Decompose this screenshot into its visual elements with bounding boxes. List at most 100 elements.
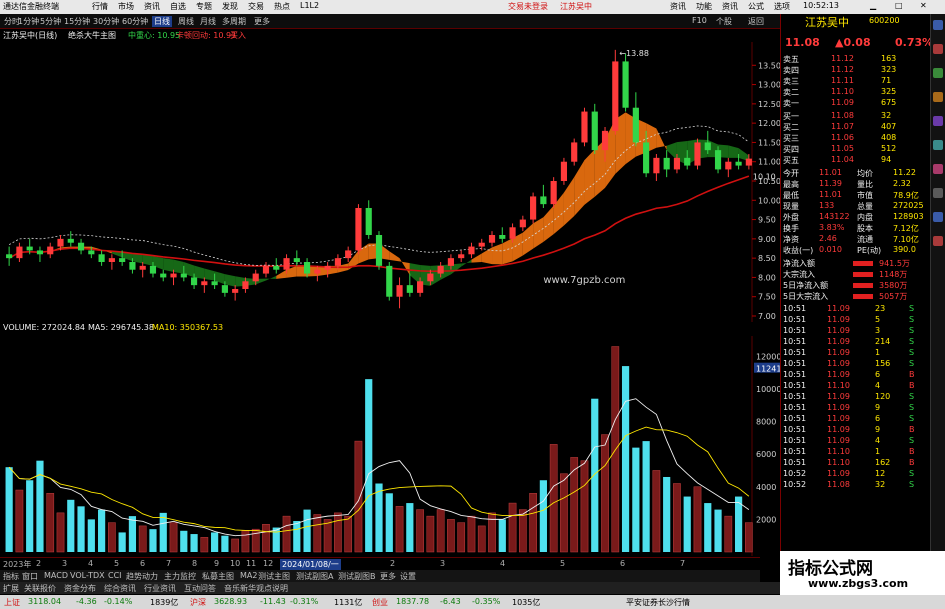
menu-watchlist[interactable]: 自选 — [170, 1, 186, 12]
trend-band-segment — [409, 263, 421, 285]
period-60min[interactable]: 60分钟 — [122, 16, 148, 27]
menu-formula[interactable]: 公式 — [748, 1, 764, 12]
toolbar-icon[interactable] — [933, 20, 943, 30]
volume-chart[interactable]: 12000 11241 10000 8000 6000 4000 2000 — [0, 336, 780, 556]
close-icon[interactable]: ✕ — [920, 1, 927, 10]
toolbar-icon[interactable] — [933, 116, 943, 126]
toolbar-icon[interactable] — [933, 164, 943, 174]
trade-time: 10:51 — [783, 315, 807, 324]
menu-discover[interactable]: 发现 — [222, 1, 238, 12]
flow-bar — [853, 272, 873, 277]
ask-price: 11.10 — [831, 87, 854, 96]
trade-flag: S — [909, 337, 915, 346]
tab-qa[interactable]: 互动问答 — [184, 583, 216, 594]
ask-volume: 71 — [881, 76, 892, 85]
tab-music[interactable]: 音乐新华观点说明 — [224, 583, 288, 594]
ask-row: 卖二 11.10 325 — [783, 87, 929, 98]
tab-test-a[interactable]: 测试副图A — [296, 571, 333, 582]
minimize-icon[interactable]: ▁ — [870, 1, 876, 10]
volume-bar — [190, 534, 198, 552]
candle-body — [437, 265, 444, 274]
period-weekly[interactable]: 周线 — [178, 16, 194, 27]
period-multi[interactable]: 多周期 — [222, 16, 246, 27]
candlestick-chart[interactable]: 13.5013.0012.5012.0011.5011.0010.5010.00… — [0, 42, 780, 322]
tab-news[interactable]: 综合资讯 — [104, 583, 136, 594]
menu-hot[interactable]: 热点 — [274, 1, 290, 12]
menu-trade[interactable]: 交易 — [248, 1, 264, 12]
back-button[interactable]: 返回 — [748, 16, 764, 27]
period-5min[interactable]: 5分钟 — [40, 16, 61, 27]
toolbar-icon[interactable] — [933, 68, 943, 78]
trade-price: 11.09 — [827, 425, 850, 434]
tab-cci[interactable]: CCI — [108, 571, 122, 580]
menu-quotes[interactable]: 行情 — [92, 1, 108, 12]
menu-function[interactable]: 功能 — [696, 1, 712, 12]
tab-ma2[interactable]: MA2 — [240, 571, 257, 580]
ma5-label: MA5: 296745.38 — [88, 323, 154, 332]
menu-market[interactable]: 市场 — [118, 1, 134, 12]
tab-indicator[interactable]: 指标 — [3, 571, 19, 582]
trade-time: 10:51 — [783, 392, 807, 401]
period-monthly[interactable]: 月线 — [200, 16, 216, 27]
menu-topics[interactable]: 专题 — [196, 1, 212, 12]
stat-label: 现量 — [783, 202, 799, 211]
candle-body — [684, 157, 691, 166]
menu-right-news[interactable]: 资讯 — [670, 1, 686, 12]
candle-body — [139, 265, 146, 270]
tab-macd[interactable]: MACD — [44, 571, 68, 580]
volume-bar — [128, 516, 137, 552]
tab-related[interactable]: 关联报价 — [24, 583, 56, 594]
menu-news[interactable]: 资讯 — [144, 1, 160, 12]
maximize-icon[interactable]: □ — [895, 1, 903, 10]
trend-band-segment — [543, 205, 554, 242]
tab-test-main[interactable]: 测试主图 — [258, 571, 290, 582]
toolbar-icon[interactable] — [933, 188, 943, 198]
tab-private[interactable]: 私募主图 — [202, 571, 234, 582]
bid-row: 买一 11.08 32 — [783, 111, 929, 122]
trade-time: 10:51 — [783, 304, 807, 313]
stock-button[interactable]: 个股 — [716, 16, 732, 27]
period-more[interactable]: 更多 — [254, 16, 270, 27]
candle-body — [149, 265, 157, 274]
tab-vol-tdx[interactable]: VOL-TDX — [70, 571, 105, 580]
title-bar: 通达信金融终端 行情 市场 资讯 自选 专题 发现 交易 热点 L1L2 交易未… — [0, 0, 945, 14]
f10-button[interactable]: F10 — [692, 16, 707, 25]
tab-window[interactable]: 窗口 — [22, 571, 38, 582]
menu-l1l2[interactable]: L1L2 — [300, 1, 319, 10]
broker-name: 平安证券长沙行情 — [626, 598, 690, 607]
side-toolbar[interactable] — [930, 14, 945, 554]
tab-trend[interactable]: 趋势动力 — [126, 571, 158, 582]
volume-bar — [77, 506, 85, 552]
volume-bar — [406, 503, 414, 552]
tab-settings[interactable]: 设置 — [400, 571, 416, 582]
trade-flag: S — [909, 348, 915, 357]
menu-right-news2[interactable]: 资讯 — [722, 1, 738, 12]
tab-extend[interactable]: 扩展 — [3, 583, 19, 594]
period-30min[interactable]: 30分钟 — [93, 16, 119, 27]
period-1min[interactable]: 1分钟 — [18, 16, 39, 27]
high-price-label: ←13.88 — [619, 49, 649, 58]
tab-test-b[interactable]: 测试副图B — [338, 571, 376, 582]
tab-fund[interactable]: 资金分布 — [64, 583, 96, 594]
toolbar-icon[interactable] — [933, 44, 943, 54]
volume-bar — [621, 366, 630, 552]
trade-login-alert[interactable]: 交易未登录 — [508, 1, 548, 12]
trade-row: 10:51 11.09 120 S — [783, 392, 929, 403]
tab-monitor[interactable]: 主力监控 — [164, 571, 196, 582]
formula-name[interactable]: 绝杀大牛主图 — [68, 30, 116, 41]
toolbar-icon[interactable] — [933, 92, 943, 102]
tab-industry[interactable]: 行业资讯 — [144, 583, 176, 594]
toolbar-icon[interactable] — [933, 212, 943, 222]
trade-row: 10:51 11.09 4 S — [783, 436, 929, 447]
menu-options[interactable]: 选项 — [774, 1, 790, 12]
ask-label: 卖四 — [783, 66, 799, 75]
trade-flag: S — [909, 469, 915, 478]
y-tick-label: 7.00 — [758, 312, 776, 321]
tab-more[interactable]: 更多 — [380, 571, 396, 582]
period-15min[interactable]: 15分钟 — [64, 16, 90, 27]
period-daily[interactable]: 日线 — [152, 16, 172, 27]
toolbar-icon[interactable] — [933, 140, 943, 150]
watermark-url: www.7gpzb.com — [543, 275, 625, 286]
trade-volume: 32 — [875, 480, 886, 489]
toolbar-icon[interactable] — [933, 236, 943, 246]
